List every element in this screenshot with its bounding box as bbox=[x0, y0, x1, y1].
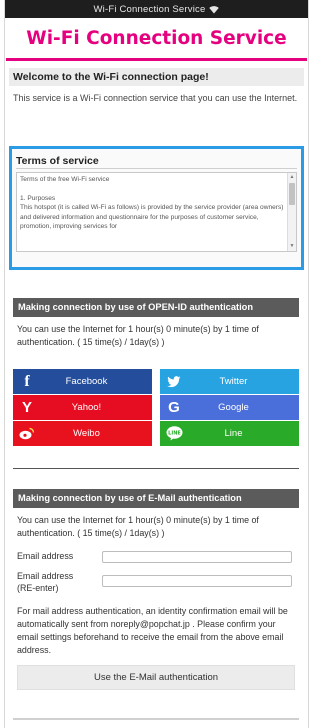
terms-text: Terms of the free Wi-Fi service 1. Purpo… bbox=[20, 176, 284, 231]
status-bar-title: Wi-Fi Connection Service bbox=[93, 3, 206, 15]
line-icon: LINE bbox=[160, 426, 188, 441]
email-reenter-label-line2: (RE-enter) bbox=[17, 583, 59, 593]
welcome-heading: Welcome to the Wi-Fi connection page! bbox=[9, 68, 304, 86]
email-note: For mail address authentication, an iden… bbox=[17, 606, 288, 655]
email-field[interactable] bbox=[102, 551, 292, 563]
terms-of-service: Terms of service Terms of the free Wi-Fi… bbox=[9, 146, 304, 270]
line-label: Line bbox=[224, 428, 243, 439]
facebook-button[interactable]: f Facebook bbox=[13, 369, 152, 394]
email-text: You can use the Internet for 1 hour(s) 0… bbox=[17, 515, 259, 538]
weibo-label: Weibo bbox=[73, 428, 100, 439]
email-reenter-label: Email address (RE-enter) bbox=[17, 570, 102, 594]
scroll-down-icon[interactable]: ▼ bbox=[288, 242, 296, 251]
yahoo-button[interactable]: Y Yahoo! bbox=[13, 395, 152, 420]
email-reenter-label-line1: Email address bbox=[17, 571, 74, 581]
twitter-label: Twitter bbox=[219, 376, 248, 387]
svg-text:LINE: LINE bbox=[168, 431, 181, 437]
welcome-text: This service is a Wi-Fi connection servi… bbox=[13, 93, 298, 103]
scroll-up-icon[interactable]: ▲ bbox=[288, 173, 296, 182]
terms-heading: Terms of service bbox=[16, 153, 297, 169]
terms-scrollbar[interactable]: ▲ ▼ bbox=[287, 173, 296, 251]
facebook-label: Facebook bbox=[65, 376, 108, 387]
weibo-button[interactable]: Weibo bbox=[13, 421, 152, 446]
weibo-icon bbox=[13, 427, 41, 440]
google-label: Google bbox=[218, 402, 249, 413]
yahoo-label: Yahoo! bbox=[71, 402, 102, 413]
welcome-section: Welcome to the Wi-Fi connection page! Th… bbox=[9, 68, 304, 105]
email-auth-button[interactable]: Use the E-Mail authentication bbox=[17, 665, 295, 690]
sns-buttons: f Facebook Twitter Y Yahoo! G Google Wei… bbox=[13, 369, 299, 446]
page-title: Wi-Fi Connection Service bbox=[26, 27, 287, 49]
scroll-thumb[interactable] bbox=[289, 183, 295, 205]
status-bar: Wi-Fi Connection Service bbox=[5, 0, 308, 18]
facebook-icon: f bbox=[24, 372, 30, 390]
email-heading: Making connection by use of E-Mail authe… bbox=[13, 489, 299, 508]
wifi-icon bbox=[209, 5, 220, 14]
openid-heading: Making connection by use of OPEN-ID auth… bbox=[13, 298, 299, 317]
twitter-icon bbox=[160, 375, 188, 388]
title-divider bbox=[6, 58, 307, 61]
google-icon: G bbox=[168, 399, 180, 416]
yahoo-icon: Y bbox=[21, 399, 32, 416]
line-button[interactable]: LINE Line bbox=[160, 421, 299, 446]
email-reenter-field[interactable] bbox=[102, 575, 292, 587]
google-button[interactable]: G Google bbox=[160, 395, 299, 420]
openid-section: Making connection by use of OPEN-ID auth… bbox=[13, 298, 299, 448]
email-reenter-row: Email address (RE-enter) bbox=[13, 570, 299, 594]
email-section: Making connection by use of E-Mail authe… bbox=[13, 489, 299, 717]
terms-textarea[interactable]: Terms of the free Wi-Fi service 1. Purpo… bbox=[16, 172, 297, 252]
openid-text: You can use the Internet for 1 hour(s) 0… bbox=[17, 324, 259, 347]
email-label: Email address bbox=[17, 551, 74, 561]
email-row: Email address bbox=[13, 550, 299, 563]
twitter-button[interactable]: Twitter bbox=[160, 369, 299, 394]
bottom-divider bbox=[13, 718, 299, 720]
section-divider bbox=[13, 468, 299, 469]
